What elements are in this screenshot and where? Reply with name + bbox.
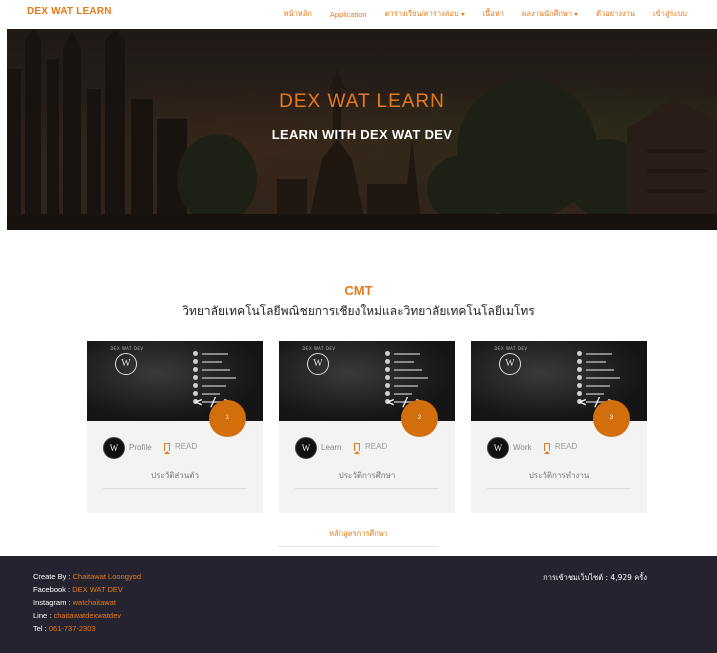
footer-key: Facebook : — [33, 585, 71, 594]
logo-caption: DEX WAT DEV — [302, 346, 336, 351]
footer-tel: Tel : 061-737-2303 — [33, 624, 96, 633]
nav-item-student-works[interactable]: ผลงานนักศึกษา — [521, 8, 579, 20]
logo-caption: DEX WAT DEV — [110, 346, 144, 351]
nav-item-schedule[interactable]: ตารางเรียน/ตารางสอบ — [385, 8, 465, 20]
footer-instagram: Instagram : watchaitawat — [33, 598, 116, 607]
divider — [487, 488, 631, 489]
visit-counter: การเข้าชมเว็บไซต์ : 4,929 ครั้ง — [543, 573, 647, 582]
navbar: DEX WAT LEARN หน้าหลัก Application ตาราง… — [0, 0, 717, 28]
divider — [103, 488, 247, 489]
section-title: CMT — [344, 283, 373, 298]
nav-item-label: Application — [329, 9, 367, 19]
footer-link[interactable]: chaitawatdexwatdev — [53, 611, 121, 620]
nav-item-label: ตัวอย่างงาน — [596, 9, 635, 18]
avatar: W — [487, 437, 509, 459]
footer-created-by: Create By : Chaitawat Loongyod — [33, 572, 141, 581]
nav-item-label: ตารางเรียน/ตารางสอบ — [384, 9, 459, 18]
footer-link[interactable]: watchaitawat — [73, 598, 116, 607]
read-label: READ — [365, 442, 388, 451]
card-learn[interactable]: DEX WAT DEV W < / > 2 W Learn READ ประวั… — [279, 341, 455, 513]
read-label: READ — [175, 442, 198, 451]
logo-icon: W — [115, 353, 137, 375]
read-button[interactable]: READ — [544, 442, 578, 454]
card-profile[interactable]: DEX WAT DEV W < / > 1 W Profile READ ประ… — [87, 341, 263, 513]
number-badge: 1 — [209, 400, 246, 437]
nav-item-home[interactable]: หน้าหลัก — [284, 8, 312, 20]
card-description: ประวัติส่วนตัว — [151, 471, 199, 480]
footer-link[interactable]: 061-737-2303 — [49, 624, 96, 633]
card-label: Profile — [129, 443, 152, 452]
nav-item-content[interactable]: เนื้อหา — [483, 8, 504, 20]
card-description: ประวัติการทำงาน — [528, 471, 590, 480]
brand-logo[interactable]: DEX WAT LEARN — [27, 6, 112, 17]
avatar: W — [295, 437, 317, 459]
card-label: Learn — [321, 443, 342, 452]
card-label: Work — [513, 443, 532, 452]
number-badge: 3 — [593, 400, 630, 437]
caret-down-icon — [574, 12, 579, 16]
nav-item-label: หน้าหลัก — [283, 9, 312, 18]
card-description: ประวัติการศึกษา — [338, 471, 396, 480]
divider — [295, 488, 439, 489]
card-work[interactable]: DEX WAT DEV W < / > 3 W Work READ ประวัต… — [471, 341, 647, 513]
logo-icon: W — [499, 353, 521, 375]
nav-item-application[interactable]: Application — [330, 8, 367, 20]
nav-menu: หน้าหลัก Application ตารางเรียน/ตารางสอบ… — [266, 8, 688, 20]
footer-key: Tel : — [33, 624, 47, 633]
caret-down-icon — [460, 12, 465, 16]
number-badge: 2 — [401, 400, 438, 437]
nav-item-label: เนื้อหา — [482, 9, 504, 18]
avatar: W — [103, 437, 125, 459]
footer: Create By : Chaitawat Loongyod Facebook … — [0, 556, 717, 653]
footer-link[interactable]: Chaitawat Loongyod — [73, 572, 141, 581]
hero-title: DEX WAT LEARN — [279, 91, 445, 112]
nav-item-login[interactable]: เข้าสู่ระบบ — [653, 8, 687, 20]
bookmark-icon — [354, 442, 360, 454]
footer-key: Instagram : — [33, 598, 71, 607]
nav-item-label: ผลงานนักศึกษา — [521, 9, 573, 18]
footer-key: Line : — [33, 611, 52, 620]
bookmark-icon — [544, 442, 550, 454]
curriculum-link[interactable]: หลักสูตรการศึกษา — [0, 528, 717, 540]
bookmark-icon — [164, 442, 170, 454]
footer-line: Line : chaitawatdexwatdev — [33, 611, 121, 620]
read-button[interactable]: READ — [354, 442, 388, 454]
logo-caption: DEX WAT DEV — [494, 346, 528, 351]
divider — [278, 546, 438, 547]
footer-facebook: Facebook : DEX WAT DEV — [33, 585, 123, 594]
nav-item-label: เข้าสู่ระบบ — [652, 9, 687, 18]
hero-subtitle: LEARN WITH DEX WAT DEV — [271, 127, 453, 142]
read-label: READ — [555, 442, 578, 451]
nav-item-examples[interactable]: ตัวอย่างงาน — [596, 8, 635, 20]
hero-banner: DEX WAT LEARN LEARN WITH DEX WAT DEV — [7, 29, 717, 230]
footer-key: Create By : — [33, 572, 71, 581]
logo-icon: W — [307, 353, 329, 375]
footer-link[interactable]: DEX WAT DEV — [72, 585, 123, 594]
section-subtitle: วิทยาลัยเทคโนโลยีพณิชยการเชียงใหม่และวิท… — [182, 304, 535, 318]
read-button[interactable]: READ — [164, 442, 198, 454]
